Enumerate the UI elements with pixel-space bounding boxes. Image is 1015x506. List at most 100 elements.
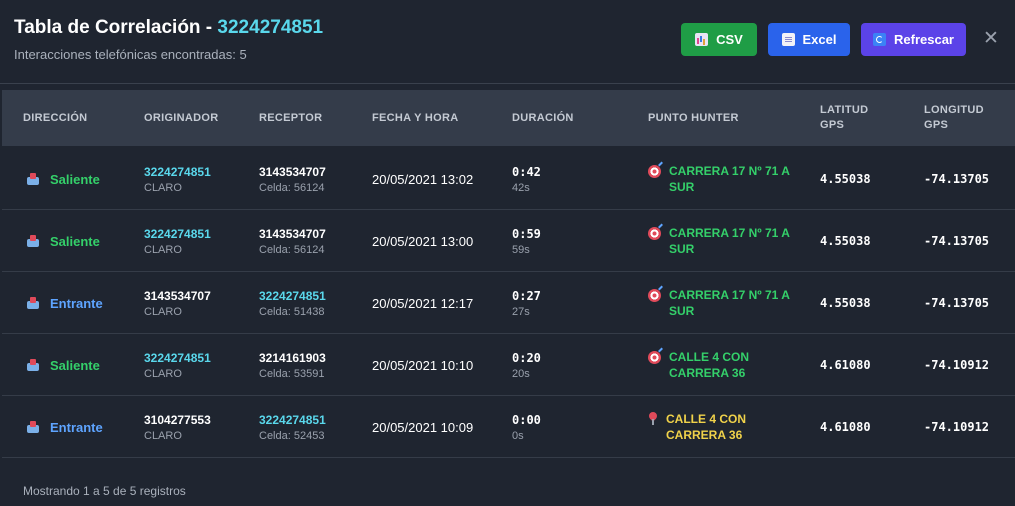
- datetime-value: 20/05/2021 13:02: [372, 171, 474, 187]
- longitude-cell: -74.13705: [924, 210, 989, 272]
- hunter-location: CARRERA 17 Nº 71 A SUR: [669, 226, 790, 256]
- receiver-number[interactable]: 3224274851: [259, 289, 326, 303]
- inbox-icon: [26, 296, 40, 310]
- receiver-cell: 3143534707 Celda: 56124: [259, 210, 326, 272]
- csv-label: CSV: [716, 32, 743, 47]
- duration-value: 0:59: [512, 226, 541, 241]
- duration-cell: 0:42 42s: [512, 148, 541, 210]
- datetime-value: 20/05/2021 10:10: [372, 357, 474, 373]
- originator-operator: CLARO: [144, 367, 182, 380]
- column-header: FECHA Y HORA: [372, 111, 459, 124]
- inbox-icon: [26, 234, 40, 248]
- receiver-cell-id: Celda: 52453: [259, 429, 325, 442]
- duration-value: 0:42: [512, 164, 541, 179]
- longitude-cell: -74.13705: [924, 272, 989, 334]
- receiver-cell-id: Celda: 53591: [259, 367, 325, 380]
- duration-value: 0:00: [512, 412, 541, 427]
- export-excel-button[interactable]: Excel: [768, 23, 850, 56]
- table-row[interactable]: Saliente 3224274851 CLARO 3143534707 Celda: …: [2, 210, 1015, 272]
- target-icon: [648, 351, 661, 364]
- pin-icon: [648, 412, 658, 425]
- direction-cell: Saliente: [26, 334, 100, 396]
- receiver-cell: 3224274851 Celda: 52453: [259, 396, 326, 458]
- modal-header: Tabla de Correlación - 3224274851 Intera…: [0, 0, 1015, 84]
- direction-cell: Entrante: [26, 272, 103, 334]
- longitude-value: -74.13705: [924, 234, 990, 248]
- longitude-value: -74.10912: [924, 420, 990, 434]
- table-row[interactable]: Entrante 3143534707 CLARO 3224274851 Celda: …: [2, 272, 1015, 334]
- direction-label: Entrante: [50, 295, 103, 311]
- direction-label: Entrante: [50, 419, 103, 435]
- direction-label: Saliente: [50, 357, 100, 373]
- datetime-value: 20/05/2021 12:17: [372, 295, 474, 311]
- page-title: Tabla de Correlación - 3224274851: [14, 17, 323, 39]
- latitude-value: 4.55038: [820, 296, 871, 310]
- export-csv-button[interactable]: CSV: [681, 23, 757, 56]
- duration-cell: 0:20 20s: [512, 334, 541, 396]
- table-header: DIRECCIÓN ORIGINADOR RECEPTOR FECHA Y HO…: [2, 90, 1015, 146]
- datetime-cell: 20/05/2021 10:09: [372, 396, 473, 458]
- title-text: Tabla de Correlación -: [14, 17, 218, 38]
- datetime-value: 20/05/2021 13:00: [372, 233, 474, 249]
- hunter-location: CALLE 4 CON CARRERA 36: [666, 412, 747, 442]
- originator-number[interactable]: 3224274851: [144, 165, 211, 179]
- originator-operator: CLARO: [144, 305, 182, 318]
- column-header: LATITUD GPS: [820, 104, 869, 131]
- longitude-value: -74.13705: [924, 172, 990, 186]
- table-row[interactable]: Saliente 3224274851 CLARO 3214161903 Celda: …: [2, 334, 1015, 396]
- duration-cell: 0:59 59s: [512, 210, 541, 272]
- latitude-value: 4.55038: [820, 172, 871, 186]
- originator-number: 3143534707: [144, 288, 211, 303]
- results-count: Interacciones telefónicas encontradas: 5: [14, 47, 247, 62]
- receiver-cell: 3214161903 Celda: 53591: [259, 334, 326, 396]
- duration-seconds: 0s: [512, 429, 524, 442]
- table-row[interactable]: Saliente 3224274851 CLARO 3143534707 Celda: …: [2, 148, 1015, 210]
- originator-operator: CLARO: [144, 243, 182, 256]
- duration-cell: 0:27 27s: [512, 272, 541, 334]
- originator-operator: CLARO: [144, 429, 182, 442]
- duration-seconds: 42s: [512, 181, 530, 194]
- longitude-cell: -74.10912: [924, 396, 989, 458]
- title-phone: 3224274851: [217, 17, 324, 38]
- duration-seconds: 20s: [512, 367, 530, 380]
- latitude-value: 4.61080: [820, 420, 871, 434]
- duration-value: 0:20: [512, 350, 541, 365]
- document-icon: [781, 33, 795, 46]
- hunter-cell: CARRERA 17 Nº 71 A SUR: [648, 210, 799, 272]
- receiver-number[interactable]: 3224274851: [259, 413, 326, 427]
- receiver-number: 3214161903: [259, 350, 326, 365]
- originator-cell: 3143534707 CLARO: [144, 272, 211, 334]
- column-header: LONGITUD GPS: [924, 104, 984, 131]
- column-header: ORIGINADOR: [144, 111, 219, 124]
- originator-cell: 3224274851 CLARO: [144, 148, 211, 210]
- longitude-value: -74.10912: [924, 358, 990, 372]
- datetime-cell: 20/05/2021 10:10: [372, 334, 473, 396]
- receiver-cell: 3224274851 Celda: 51438: [259, 272, 326, 334]
- latitude-value: 4.55038: [820, 234, 871, 248]
- chart-icon: [695, 33, 709, 46]
- duration-seconds: 27s: [512, 305, 530, 318]
- hunter-location: CALLE 4 CON CARRERA 36: [669, 350, 750, 380]
- duration-value: 0:27: [512, 288, 541, 303]
- originator-number[interactable]: 3224274851: [144, 227, 211, 241]
- datetime-cell: 20/05/2021 12:17: [372, 272, 473, 334]
- hunter-location: CARRERA 17 Nº 71 A SUR: [669, 164, 790, 194]
- datetime-cell: 20/05/2021 13:02: [372, 148, 473, 210]
- originator-cell: 3104277553 CLARO: [144, 396, 211, 458]
- receiver-number: 3143534707: [259, 164, 326, 179]
- pagination-info: Mostrando 1 a 5 de 5 registros: [23, 484, 186, 498]
- originator-cell: 3224274851 CLARO: [144, 210, 211, 272]
- receiver-cell-id: Celda: 51438: [259, 305, 325, 318]
- latitude-value: 4.61080: [820, 358, 871, 372]
- longitude-cell: -74.10912: [924, 334, 989, 396]
- inbox-icon: [26, 420, 40, 434]
- originator-number[interactable]: 3224274851: [144, 351, 211, 365]
- table-row[interactable]: Entrante 3104277553 CLARO 3224274851 Celda: …: [2, 396, 1015, 458]
- refresh-button[interactable]: Refrescar: [861, 23, 966, 56]
- receiver-cell-id: Celda: 56124: [259, 181, 325, 194]
- hunter-cell: CALLE 4 CON CARRERA 36: [648, 334, 799, 396]
- originator-operator: CLARO: [144, 181, 182, 194]
- column-header: DURACIÓN: [512, 111, 574, 124]
- hunter-cell: CARRERA 17 Nº 71 A SUR: [648, 148, 799, 210]
- close-icon[interactable]: ✕: [981, 29, 1001, 49]
